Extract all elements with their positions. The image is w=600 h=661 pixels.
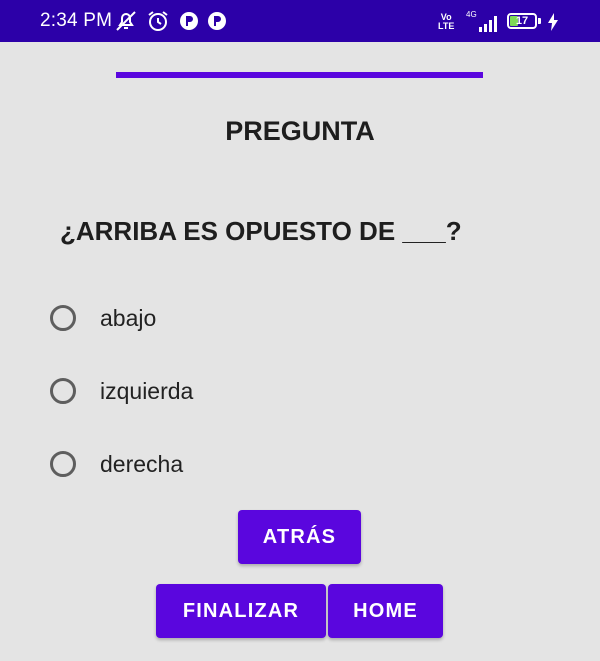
option-abajo[interactable]: abajo xyxy=(50,298,156,338)
volte-indicator: Vo LTE xyxy=(438,13,454,31)
radio-button[interactable] xyxy=(50,451,76,477)
finish-button[interactable]: FINALIZAR xyxy=(156,584,326,638)
option-label: abajo xyxy=(100,304,157,331)
option-label: izquierda xyxy=(100,377,194,404)
quiz-progress-bar xyxy=(116,72,483,78)
battery-level: 17 xyxy=(515,15,529,27)
battery-tip xyxy=(538,18,541,24)
mute-icon xyxy=(113,8,139,34)
option-izquierda[interactable]: izquierda xyxy=(50,371,193,411)
page-title: PREGUNTA xyxy=(225,116,375,146)
option-derecha[interactable]: derecha xyxy=(50,444,183,484)
app-notification-icon xyxy=(176,8,202,34)
alarm-icon xyxy=(145,8,171,34)
charging-icon xyxy=(546,12,560,32)
status-bar: 2:34 PM Vo LTE 4G 17 xyxy=(0,0,600,42)
option-label: derecha xyxy=(100,450,184,477)
quiz-progress-fill xyxy=(116,72,483,78)
app-notification-icon xyxy=(204,8,230,34)
volte-bottom: LTE xyxy=(438,21,455,31)
question-text: ¿ARRIBA ES OPUESTO DE ___? xyxy=(60,216,462,246)
battery-icon: 17 xyxy=(507,13,537,29)
network-type: 4G xyxy=(466,10,477,19)
radio-button[interactable] xyxy=(50,305,76,331)
back-button[interactable]: ATRÁS xyxy=(238,510,361,564)
signal-icon xyxy=(478,14,500,32)
home-button[interactable]: HOME xyxy=(328,584,443,638)
status-time: 2:34 PM xyxy=(40,10,113,31)
radio-button[interactable] xyxy=(50,378,76,404)
